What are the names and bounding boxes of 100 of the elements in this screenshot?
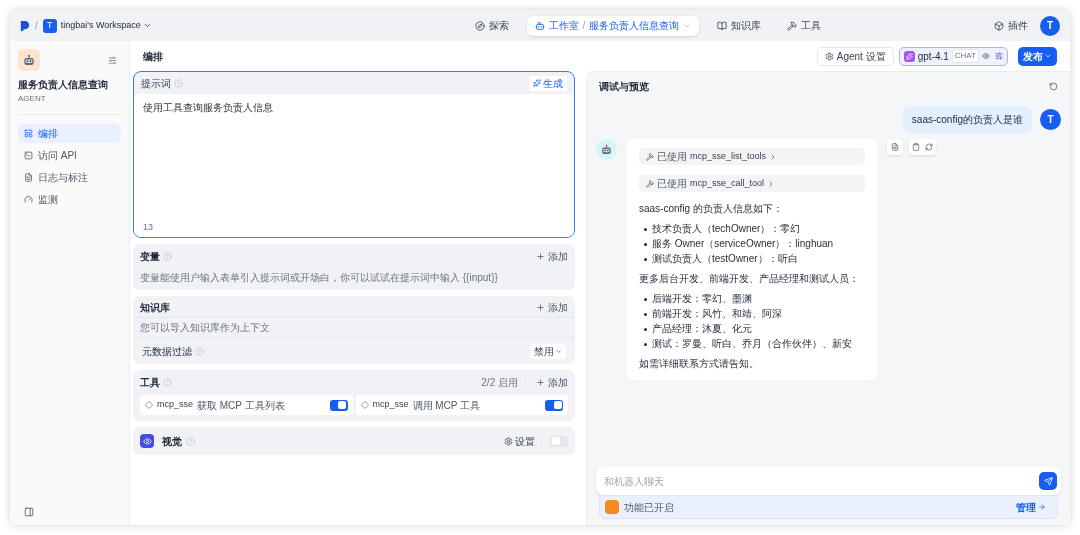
robot-icon — [534, 20, 545, 31]
tool-call-chip[interactable]: 已使用 mcp_sse_list_tools — [639, 148, 865, 165]
arrow-right-icon — [1038, 503, 1046, 511]
chevron-down-icon — [142, 21, 152, 30]
filter-dropdown[interactable]: 禁用 — [530, 343, 566, 359]
knowledge-hint: 您可以导入知识库作为上下文 — [140, 321, 270, 335]
chevron-down-icon — [555, 347, 562, 355]
reset-icon[interactable] — [1049, 81, 1058, 91]
chevron-down-icon — [1044, 52, 1052, 60]
breadcrumb-separator: / — [35, 19, 38, 33]
toggle-switch[interactable] — [550, 435, 568, 447]
document-icon — [891, 143, 899, 151]
sparkle-icon — [533, 79, 541, 87]
generate-button[interactable]: 生成 — [529, 75, 567, 91]
document-icon — [24, 173, 33, 182]
toggle-switch[interactable] — [545, 399, 563, 411]
plus-icon — [536, 302, 545, 312]
robot-icon — [600, 144, 613, 155]
feature-icon — [605, 500, 619, 514]
tool-name: mcp_sse — [157, 398, 193, 412]
toggle-switch[interactable] — [329, 399, 348, 411]
answer-list-item: 技术负责人（techOwner）：零幻 — [639, 222, 865, 236]
terminal-icon — [24, 151, 33, 160]
manage-link[interactable]: 管理 — [1016, 499, 1046, 515]
section-title: 工具 — [140, 376, 160, 390]
answer-text: saas-config 的负责人信息如下： — [639, 202, 784, 216]
app-logo — [20, 19, 30, 32]
model-selector[interactable]: gpt-4.1 CHAT — [898, 46, 1008, 66]
help-icon — [195, 346, 204, 356]
copy-icon[interactable] — [912, 143, 920, 151]
plus-icon — [536, 252, 545, 261]
section-title: 变量 — [140, 250, 160, 264]
user-avatar[interactable]: T — [1040, 15, 1060, 36]
tool-description: 获取 MCP 工具列表 — [197, 398, 285, 413]
nav-tab[interactable]: 知识库 — [709, 15, 770, 36]
settings-icon — [824, 51, 834, 61]
app-name: 服务负责人信息查询 — [18, 78, 109, 92]
answer-list-item: 后端开发：零幻、墨渊 — [639, 292, 865, 306]
panel-title: 调试与预览 — [599, 79, 649, 94]
help-icon — [186, 436, 195, 446]
vision-settings-button[interactable]: 设置 — [504, 433, 542, 449]
panel-toggle-icon[interactable] — [24, 507, 34, 517]
section-title: 知识库 — [140, 300, 170, 315]
sidebar-item[interactable]: 日志与标注 — [18, 168, 121, 187]
eye-icon — [982, 52, 990, 60]
robot-icon — [22, 54, 36, 66]
hammer-icon — [646, 179, 654, 188]
answer-list-item: 前端开发：风竹、和靖、阿深 — [639, 307, 865, 321]
tool-name: mcp_sse — [372, 398, 409, 412]
answer-list-item: 服务 Owner（serviceOwner）：linghuan — [639, 237, 865, 251]
regenerate-icon[interactable] — [925, 143, 933, 151]
add-button[interactable]: 添加 — [536, 299, 568, 315]
workspace-switcher[interactable]: tingbai's Workspace — [60, 18, 152, 33]
add-button[interactable]: 添加 — [536, 249, 568, 264]
nav-tab[interactable]: 工作室 / 服务负责人信息查询 — [526, 15, 700, 36]
workspace-avatar: T — [42, 18, 57, 33]
send-button[interactable] — [1039, 472, 1057, 490]
user-avatar: T — [1040, 109, 1061, 130]
model-logo-icon — [903, 50, 915, 62]
character-count: 13 — [143, 220, 154, 234]
hammer-icon — [646, 152, 654, 161]
tool-description: 调用 MCP 工具 — [412, 398, 481, 413]
help-icon — [163, 378, 172, 387]
cube-icon — [994, 20, 1004, 31]
send-icon — [1043, 476, 1053, 486]
publish-button[interactable]: 发布 — [1018, 46, 1057, 66]
chat-input[interactable]: 和机器人聊天 — [604, 473, 1039, 489]
book-icon — [717, 20, 728, 31]
plugins-link[interactable]: 插件 — [994, 18, 1028, 33]
tools-count: 2/2 启用 — [481, 375, 526, 390]
page-title: 编排 — [143, 49, 163, 64]
answer-list-item: 测试：罗曼、听白、乔月（合作伙伴）、新安 — [639, 337, 865, 351]
gauge-icon — [24, 195, 33, 204]
diamond-icon — [360, 401, 369, 409]
eye-icon — [140, 434, 154, 448]
help-icon — [174, 78, 183, 88]
answer-text: 更多后台开发、前端开发、产品经理和测试人员： — [639, 272, 860, 286]
features-text: 功能已开启 — [624, 500, 674, 515]
answer-text: 如需详细联系方式请告知。 — [639, 357, 760, 371]
add-button[interactable]: 添加 — [536, 375, 568, 390]
chat-composer[interactable]: 和机器人聊天 — [596, 467, 1061, 495]
sidebar-item[interactable]: 访问 API — [18, 146, 121, 165]
answer-list-item: 产品经理：沐夏、化元 — [639, 322, 865, 336]
compass-icon — [474, 20, 485, 31]
tool-call-chip[interactable]: 已使用 mcp_sse_call_tool — [639, 175, 865, 192]
section-title: 视觉 — [162, 434, 182, 449]
sidebar-item[interactable]: 监测 — [18, 190, 121, 209]
user-message: saas-config的负责人是谁 — [902, 106, 1032, 133]
nav-tab[interactable]: 工具 — [779, 15, 830, 36]
agent-settings-button[interactable]: Agent 设置 — [816, 46, 894, 66]
sliders-icon[interactable] — [108, 56, 117, 65]
answer-list-item: 测试负责人（testOwner）：听白 — [639, 252, 865, 266]
log-button[interactable] — [887, 139, 903, 155]
filter-label: 元数据过滤 — [142, 344, 192, 359]
help-icon — [163, 252, 172, 261]
sidebar-item[interactable]: 编排 — [18, 124, 121, 143]
nav-tab[interactable]: 探索 — [466, 15, 517, 36]
plus-icon — [536, 378, 545, 387]
prompt-label: 提示词 — [141, 76, 171, 91]
prompt-text[interactable]: 使用工具查询服务负责人信息 — [143, 100, 565, 115]
